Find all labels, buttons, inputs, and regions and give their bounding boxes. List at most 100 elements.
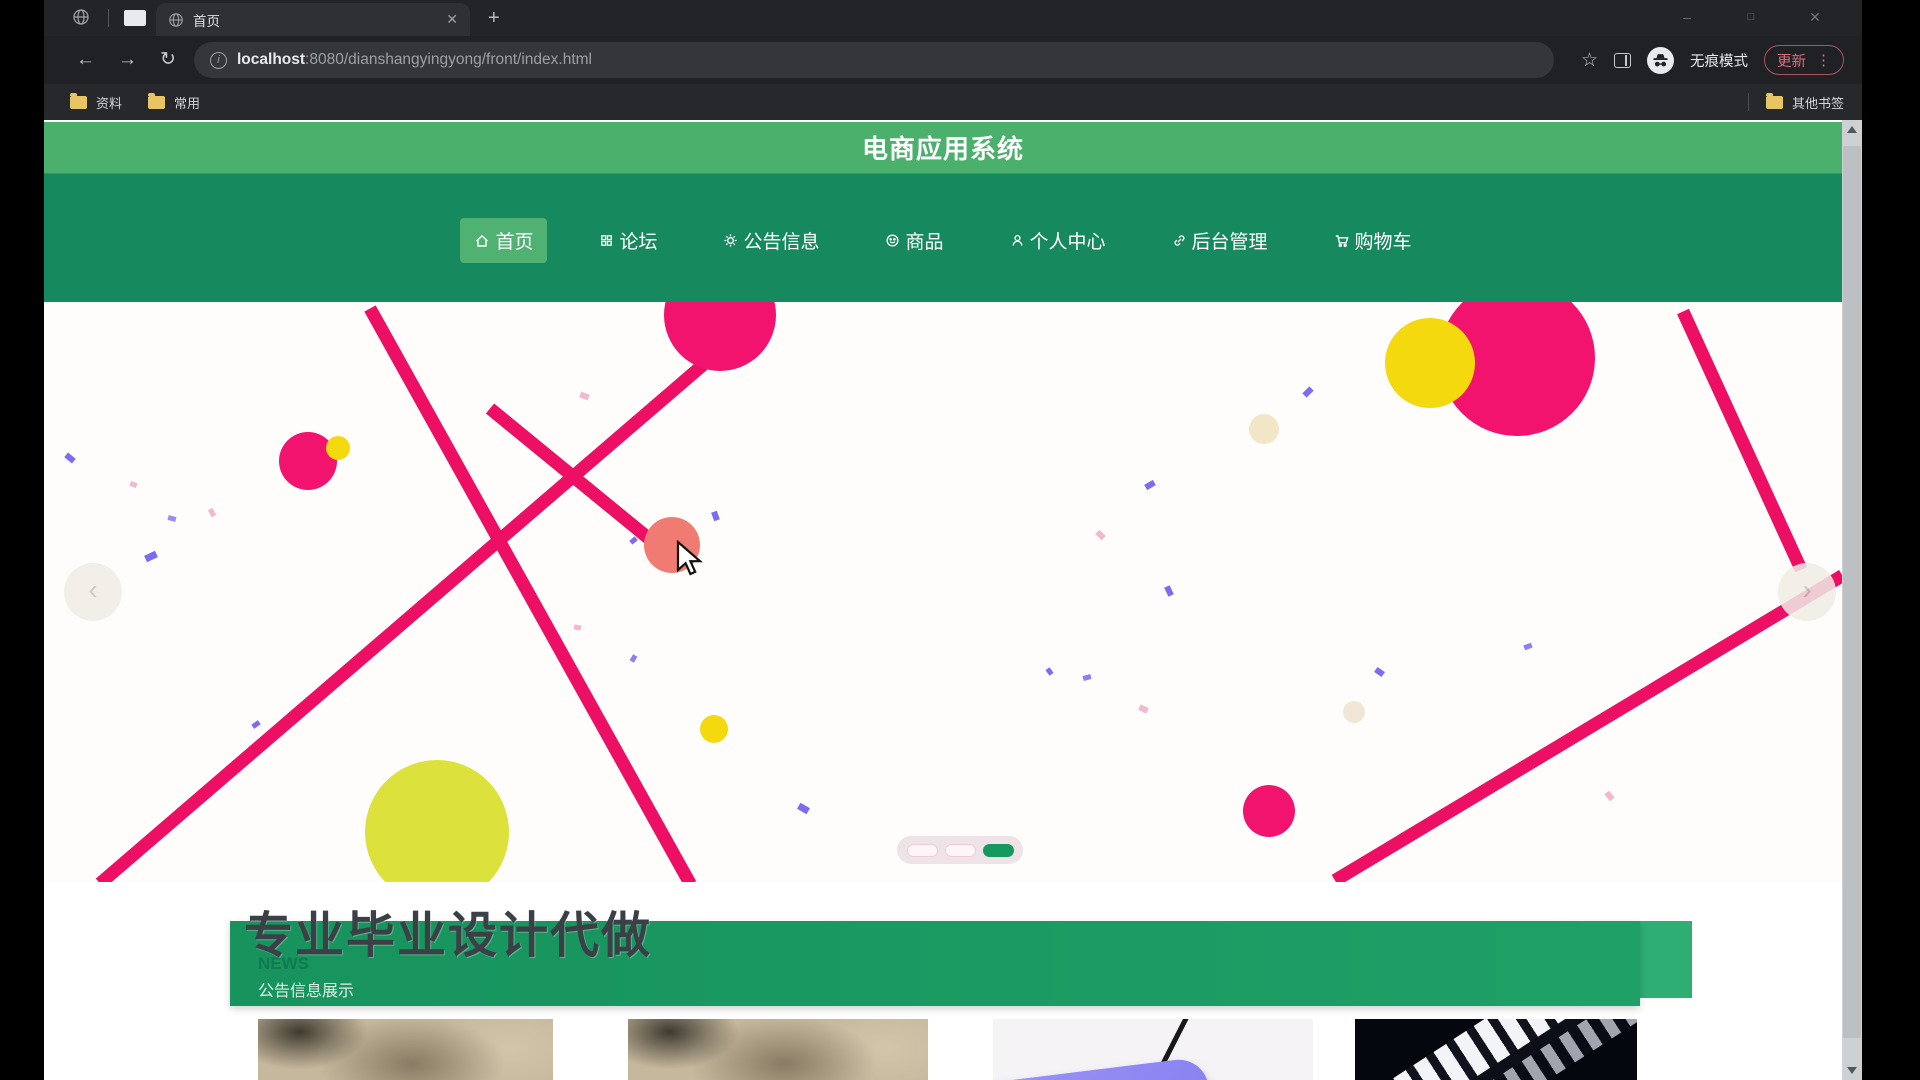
announcement-image[interactable] <box>628 1019 928 1080</box>
new-tab-button[interactable]: + <box>488 5 500 31</box>
banner-watermark-text: 专业毕业设计代做 <box>244 896 652 967</box>
nav-menu: 首页 论坛 公告信息 商品 个人中心 <box>44 218 1842 263</box>
carousel-dot[interactable] <box>945 844 976 857</box>
confetti <box>630 654 638 663</box>
globe-icon <box>72 8 90 31</box>
divider <box>1748 93 1749 111</box>
hero-carousel: ‹ › <box>44 302 1842 882</box>
goods-icon <box>885 233 900 248</box>
nav-item-announcements[interactable]: 公告信息 <box>709 218 833 263</box>
confetti <box>1302 386 1313 397</box>
confetti <box>1138 704 1149 713</box>
confetti <box>1095 530 1106 541</box>
reload-icon[interactable]: ↻ <box>160 48 176 72</box>
confetti <box>167 515 176 522</box>
forum-icon <box>599 233 614 248</box>
nav-item-forum[interactable]: 论坛 <box>585 218 671 263</box>
announcement-image[interactable] <box>993 1019 1313 1080</box>
window-minimize-button[interactable]: – <box>1664 4 1710 30</box>
confetti <box>129 481 137 488</box>
decor-circle <box>365 760 509 882</box>
mouse-cursor <box>676 540 704 578</box>
banner-subtitle: 公告信息展示 <box>258 977 354 1001</box>
tab-close-icon[interactable]: ✕ <box>446 11 458 28</box>
decor-circle <box>664 302 776 371</box>
side-panel-icon[interactable] <box>1614 53 1631 68</box>
confetti <box>144 551 158 562</box>
browser-tab[interactable]: 首页 ✕ <box>156 3 470 36</box>
bookmarks-bar: 资料 常用 其他书签 <box>44 84 1862 120</box>
folder-icon <box>1766 96 1783 109</box>
address-bar[interactable]: i localhost:8080/dianshangyingyong/front… <box>194 42 1554 78</box>
confetti <box>1082 674 1091 681</box>
carousel-indicators <box>897 836 1023 864</box>
scrollbar-down-icon[interactable] <box>1842 1061 1862 1080</box>
bookmark-folder-changyong[interactable]: 常用 <box>148 93 200 112</box>
device-shape <box>993 1056 1223 1080</box>
page-scrollbar[interactable] <box>1842 120 1862 1080</box>
bookmark-folder-ziliao[interactable]: 资料 <box>70 93 122 112</box>
confetti <box>208 508 216 517</box>
confetti <box>711 511 720 522</box>
decor-circle <box>326 436 350 460</box>
update-menu-button[interactable]: 更新 ⋮ <box>1764 45 1844 75</box>
confetti <box>1144 480 1156 490</box>
other-bookmarks[interactable]: 其他书签 <box>1748 93 1844 112</box>
incognito-icon <box>1647 47 1674 74</box>
scrollbar-up-icon[interactable] <box>1842 120 1862 139</box>
announcement-image[interactable] <box>258 1019 553 1080</box>
divider <box>108 9 109 27</box>
folder-icon <box>148 96 165 109</box>
confetti <box>251 720 260 729</box>
back-icon[interactable]: ← <box>76 48 95 72</box>
site-title: 电商应用系统 <box>862 129 1024 166</box>
window-thumbnail-icon[interactable] <box>124 10 146 26</box>
decor-circle <box>1343 701 1365 723</box>
bookmark-star-icon[interactable]: ☆ <box>1581 49 1598 72</box>
carousel-next-button[interactable]: › <box>1778 563 1836 621</box>
confetti <box>1164 585 1174 597</box>
folder-icon <box>70 96 87 109</box>
cart-icon <box>1334 233 1350 249</box>
carousel-dot[interactable] <box>907 844 938 857</box>
nav-item-goods[interactable]: 商品 <box>871 218 957 263</box>
tab-favicon-globe-icon <box>168 12 184 28</box>
decor-circle <box>1385 318 1475 408</box>
ribbon-shape <box>1332 570 1842 882</box>
confetti <box>1045 667 1053 676</box>
scrollbar-thumb[interactable] <box>1843 146 1861 1038</box>
confetti <box>64 452 76 463</box>
confetti <box>1523 643 1532 650</box>
confetti <box>579 392 590 401</box>
confetti <box>797 803 810 815</box>
nav-item-admin[interactable]: 后台管理 <box>1158 218 1282 263</box>
decor-circle <box>1243 785 1295 837</box>
tab-title: 首页 <box>193 10 437 30</box>
forward-icon[interactable]: → <box>118 48 137 72</box>
window-close-button[interactable]: ✕ <box>1792 4 1838 30</box>
user-icon <box>1010 233 1025 248</box>
tab-strip: 首页 ✕ + – □ ✕ <box>44 0 1862 36</box>
site-nav-bar: 首页 论坛 公告信息 商品 个人中心 <box>44 174 1842 302</box>
browser-toolbar: ← → ↻ i localhost:8080/dianshangyingyong… <box>44 36 1862 84</box>
confetti <box>1604 791 1614 802</box>
page-info-icon[interactable]: i <box>210 52 227 69</box>
menu-dots-icon[interactable]: ⋮ <box>1816 51 1831 69</box>
nav-item-user-center[interactable]: 个人中心 <box>996 218 1120 263</box>
announcement-icon <box>723 233 738 248</box>
home-icon <box>474 233 490 249</box>
nav-item-home[interactable]: 首页 <box>460 218 547 263</box>
decor-circle <box>700 715 728 743</box>
admin-link-icon <box>1172 233 1187 248</box>
window-maximize-button[interactable]: □ <box>1728 4 1774 30</box>
carousel-prev-button[interactable]: ‹ <box>64 563 122 621</box>
confetti <box>1374 667 1385 677</box>
nav-item-cart[interactable]: 购物车 <box>1320 218 1426 263</box>
incognito-mode-label: 无痕模式 <box>1690 50 1748 71</box>
site-header: 电商应用系统 <box>44 122 1842 174</box>
browser-window: 首页 ✕ + – □ ✕ ← → ↻ i localhost:8080/dian… <box>44 0 1862 1080</box>
url-text: localhost:8080/dianshangyingyong/front/i… <box>237 51 592 69</box>
confetti <box>574 624 582 630</box>
announcement-image[interactable] <box>1355 1019 1637 1080</box>
carousel-dot[interactable] <box>983 844 1014 857</box>
